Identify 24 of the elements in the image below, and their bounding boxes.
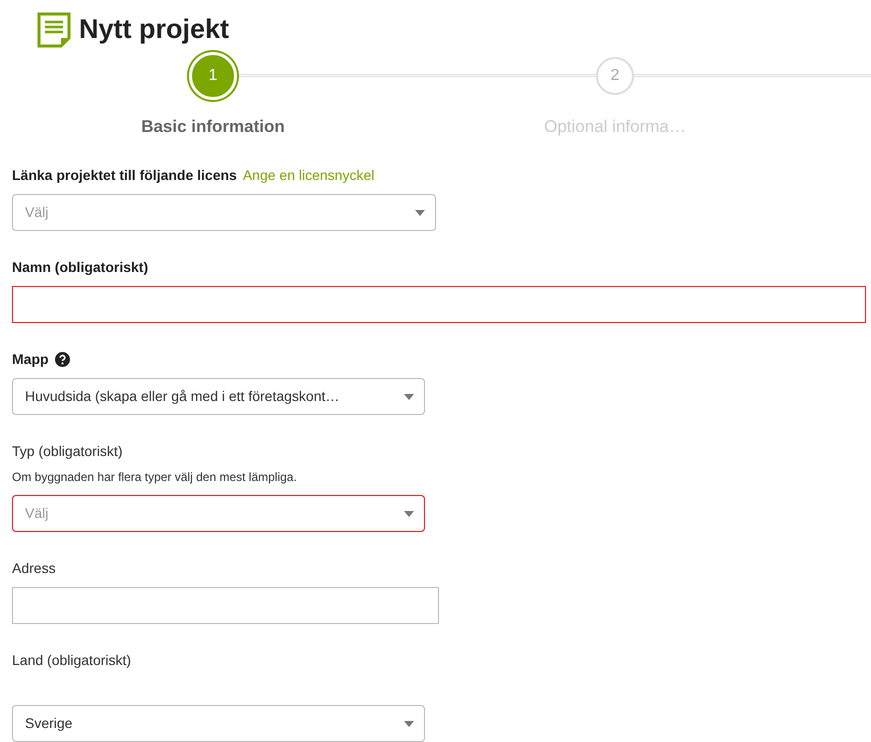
field-label: Adress — [12, 560, 56, 577]
caret-icon — [404, 510, 414, 516]
step-circle[interactable]: 1 — [189, 52, 237, 100]
page-title: Nytt projekt — [79, 16, 230, 43]
field-label: Länka projektet till följande licens — [12, 167, 237, 184]
hint-text: Om byggnaden har flera typer välj den mest lämpliga. — [12, 469, 298, 486]
field-label: Mapp — [12, 351, 49, 368]
caret-icon — [415, 210, 425, 216]
field-label: Land (obligatoriskt) — [12, 652, 132, 669]
document-icon — [37, 12, 71, 48]
field-label: Namn (obligatoriskt) — [12, 259, 148, 276]
caret-icon — [404, 394, 414, 400]
select-field[interactable]: Välj — [12, 194, 436, 231]
step-circle[interactable]: 2 — [596, 57, 634, 95]
field-label: Typ (obligatoriskt) — [12, 443, 122, 460]
license-key-link[interactable]: Ange en licensnyckel — [242, 167, 374, 184]
input-field[interactable] — [12, 286, 866, 323]
select-field[interactable]: Sverige — [12, 705, 425, 742]
help-icon[interactable] — [54, 352, 70, 367]
select-field[interactable]: Välj — [12, 495, 425, 532]
select-field[interactable]: Huvudsida (skapa eller gå med i ett företagskont… — [12, 378, 425, 415]
caret-icon — [404, 720, 414, 726]
step-label: Basic information — [140, 116, 286, 138]
input-field[interactable] — [12, 587, 439, 624]
